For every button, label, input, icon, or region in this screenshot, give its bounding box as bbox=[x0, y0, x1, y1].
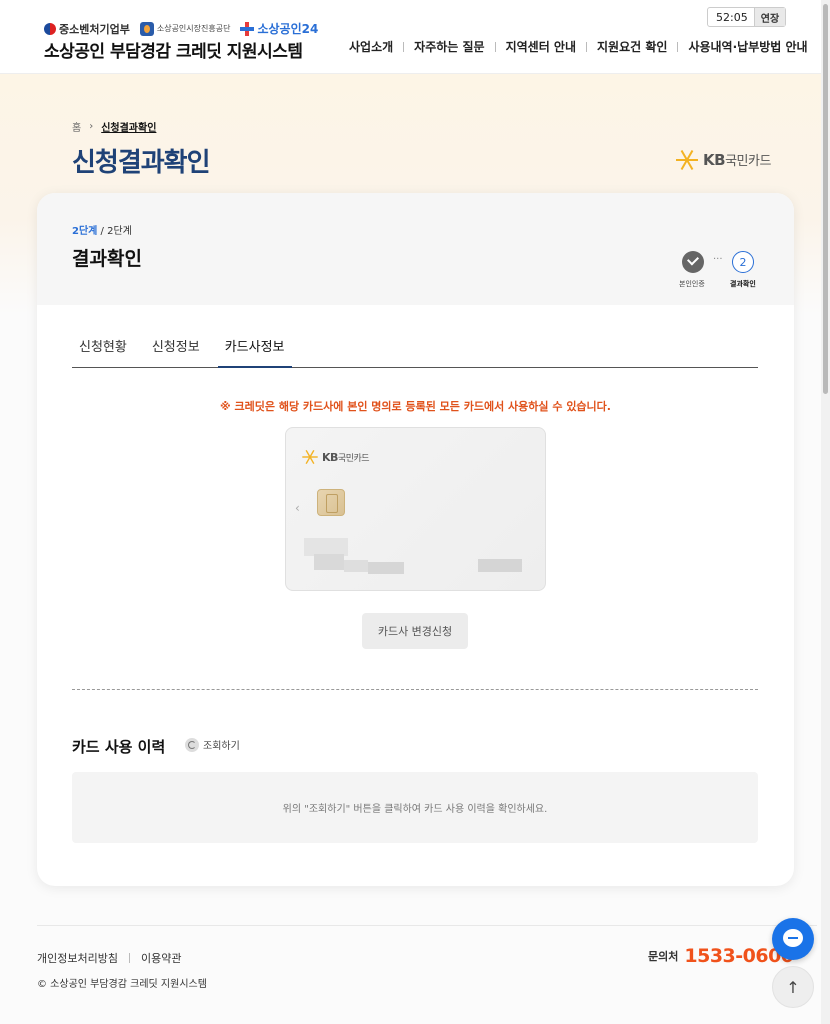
chevron-right-icon: › bbox=[89, 121, 94, 132]
nav-divider bbox=[586, 41, 588, 52]
check-icon bbox=[682, 251, 704, 273]
step-progress: ··· 2 본인인증 결과확인 bbox=[679, 251, 769, 291]
contact-info: 문의처 1533-0600 bbox=[648, 945, 794, 967]
lookup-button[interactable]: 조회하기 bbox=[185, 737, 240, 752]
card-brand: KB국민카드 bbox=[302, 448, 370, 466]
current-step: 2단계 bbox=[72, 226, 98, 237]
step-connector: ··· bbox=[713, 254, 723, 265]
chat-icon[interactable] bbox=[772, 918, 814, 960]
nav-item-usage-payment[interactable]: 사용내역·납부방법 안내 bbox=[688, 38, 807, 55]
sbiz24-logo-text: 소상공인24 bbox=[257, 22, 319, 36]
card-chip-icon bbox=[317, 489, 345, 516]
masked-cardholder-name bbox=[304, 538, 404, 578]
tab-application-info[interactable]: 신청정보 bbox=[145, 338, 207, 368]
contact-label: 문의처 bbox=[648, 950, 679, 963]
main-nav: 사업소개 자주하는 질문 지역센터 안내 지원요건 확인 사용내역·납부방법 안… bbox=[349, 38, 808, 55]
tab-card-company-info[interactable]: 카드사정보 bbox=[217, 338, 292, 368]
session-time: 52:05 bbox=[716, 10, 748, 24]
semas-logo[interactable]: 소상공인시장진흥공단 bbox=[139, 21, 231, 36]
kb-card-logo: KB국민카드 bbox=[676, 149, 771, 170]
masked-card-number bbox=[478, 559, 522, 572]
card-brand-text: KB국민카드 bbox=[322, 450, 370, 464]
step-1-label: 본인인증 bbox=[679, 280, 705, 288]
breadcrumb: 홈 › 신청결과확인 bbox=[72, 119, 156, 134]
nav-item-faq[interactable]: 자주하는 질문 bbox=[414, 38, 484, 55]
nav-divider bbox=[677, 41, 679, 52]
credit-usage-notice: ※ 크레딧은 해당 카드사에 본인 명의로 등록된 모든 카드에서 사용하실 수… bbox=[220, 400, 611, 413]
nav-divider bbox=[403, 41, 405, 52]
site-header: 중소벤처기업부 소상공인시장진흥공단 소상공인24 소상공인 부담경감 크레딧 … bbox=[0, 0, 830, 74]
credit-card-image: KB국민카드 ‹ bbox=[285, 427, 546, 591]
extend-session-button[interactable]: 연장 bbox=[754, 8, 785, 26]
result-tabs: 신청현황 신청정보 카드사정보 bbox=[72, 338, 758, 368]
result-card: 2단계 / 2단계 결과확인 ··· 2 본인인증 결과확인 신청현황 신청정보… bbox=[37, 193, 794, 886]
agency-logos: 중소벤처기업부 소상공인시장진흥공단 소상공인24 bbox=[44, 20, 318, 37]
nav-item-regional-center[interactable]: 지역센터 안내 bbox=[506, 38, 576, 55]
step-2-circle: 2 bbox=[732, 251, 754, 273]
card-history-empty: 위의 "조회하기" 버튼을 클릭하여 카드 사용 이력을 확인하세요. bbox=[72, 772, 758, 843]
session-timer: 52:05 연장 bbox=[707, 7, 786, 27]
refresh-icon bbox=[185, 737, 199, 752]
total-steps: / 2단계 bbox=[97, 226, 132, 237]
site-title[interactable]: 소상공인 부담경감 크레딧 지원시스템 bbox=[44, 37, 303, 62]
tab-application-status[interactable]: 신청현황 bbox=[72, 338, 134, 368]
semas-logo-text: 소상공인시장진흥공단 bbox=[156, 24, 231, 33]
scroll-top-button[interactable]: ↑ bbox=[772, 966, 814, 1008]
footer-links: 개인정보처리방침 이용약관 bbox=[37, 950, 181, 966]
breadcrumb-home[interactable]: 홈 bbox=[72, 119, 81, 134]
nav-item-eligibility[interactable]: 지원요건 확인 bbox=[597, 38, 667, 55]
plus-cross-icon bbox=[240, 21, 255, 36]
section-divider bbox=[72, 689, 758, 690]
history-empty-message: 위의 "조회하기" 버튼을 클릭하여 카드 사용 이력을 확인하세요. bbox=[282, 804, 548, 815]
change-card-company-button[interactable]: 카드사 변경신청 bbox=[362, 613, 468, 649]
scrollbar-thumb[interactable] bbox=[823, 4, 828, 394]
footer-divider bbox=[37, 925, 817, 926]
result-card-header: 2단계 / 2단계 결과확인 ··· 2 본인인증 결과확인 bbox=[37, 193, 794, 305]
kb-logo-text: KB국민카드 bbox=[703, 151, 771, 169]
card-history-title: 카드 사용 이력 bbox=[72, 738, 166, 756]
terms-link[interactable]: 이용약관 bbox=[141, 950, 181, 966]
nav-divider bbox=[494, 41, 496, 52]
semas-emblem-icon bbox=[139, 21, 154, 36]
chevron-left-icon[interactable]: ‹ bbox=[295, 501, 300, 515]
mss-logo[interactable]: 중소벤처기업부 bbox=[44, 21, 130, 37]
arrow-up-icon: ↑ bbox=[786, 977, 800, 997]
step-indicator: 2단계 / 2단계 bbox=[72, 222, 132, 237]
kb-star-icon bbox=[676, 149, 699, 170]
nav-item-business-intro[interactable]: 사업소개 bbox=[349, 38, 393, 55]
kb-star-icon bbox=[302, 449, 318, 465]
footer-link-divider bbox=[128, 953, 130, 963]
copyright: © 소상공인 부담경감 크레딧 지원시스템 bbox=[37, 979, 207, 990]
sbiz24-logo[interactable]: 소상공인24 bbox=[240, 20, 318, 37]
privacy-policy-link[interactable]: 개인정보처리방침 bbox=[37, 950, 118, 966]
lookup-label: 조회하기 bbox=[203, 741, 240, 752]
page-title: 신청결과확인 bbox=[72, 148, 211, 178]
taegeuk-icon bbox=[44, 22, 56, 35]
mss-logo-text: 중소벤처기업부 bbox=[59, 22, 130, 36]
breadcrumb-current[interactable]: 신청결과확인 bbox=[101, 119, 156, 134]
step-2-label: 결과확인 bbox=[730, 280, 756, 288]
step-title: 결과확인 bbox=[72, 248, 142, 270]
